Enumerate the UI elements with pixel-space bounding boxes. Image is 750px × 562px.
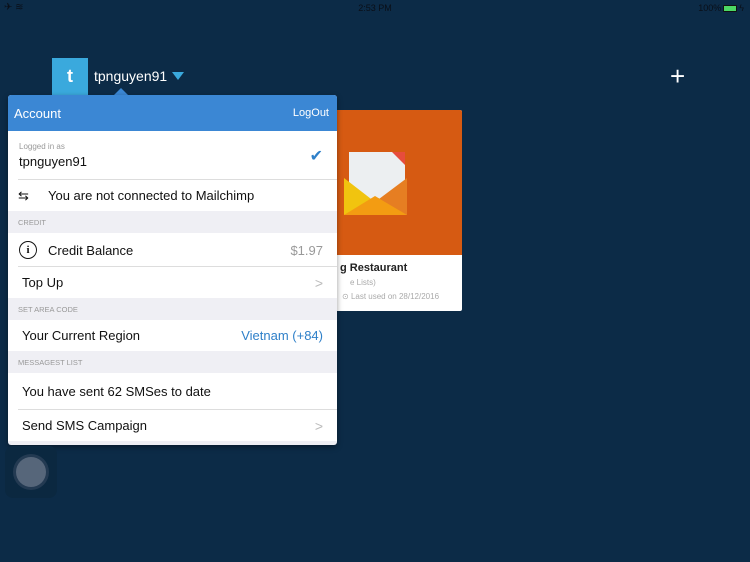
envelope-icon (330, 110, 462, 255)
region-label: Your Current Region (22, 328, 141, 343)
status-bar: ✈ ︎≋ 2:53 PM 100% ϟ (0, 0, 750, 15)
avatar[interactable]: t (52, 58, 88, 95)
logged-in-row[interactable]: Logged in as tpnguyen91 ✔ (8, 131, 337, 180)
chevron-right-icon: > (314, 417, 323, 434)
info-icon: i (19, 241, 37, 259)
credit-balance-row[interactable]: i Credit Balance $1.97 (8, 233, 337, 267)
account-popover: Account LogOut Logged in as tpnguyen91 ✔… (8, 95, 337, 445)
sent-count: You have sent 62 SMSes to date (22, 384, 211, 399)
battery-percent: 100% (698, 3, 722, 13)
popover-title: Account (14, 105, 61, 121)
clock-icon: ⊙ (342, 292, 351, 301)
logout-button[interactable]: LogOut (293, 107, 329, 119)
mailchimp-status: You are not connected to Mailchimp (48, 188, 255, 203)
username: tpnguyen91 (94, 68, 168, 84)
send-campaign-row[interactable]: Send SMS Campaign > (8, 410, 337, 441)
credit-balance-label: Credit Balance (48, 242, 134, 258)
region-value[interactable]: Vietnam (+84) (241, 328, 323, 343)
card-subtitle: e Lists) (350, 278, 376, 287)
section-credit: CREDIT (18, 218, 46, 227)
top-up-label: Top Up (22, 275, 64, 290)
logged-in-label: Logged in as (19, 142, 65, 151)
chevron-right-icon: > (314, 274, 323, 291)
card-last-used: ⊙ Last used on 28/12/2016 (342, 292, 440, 301)
logged-in-user: tpnguyen91 (19, 154, 87, 169)
campaign-card[interactable]: g Restaurant e Lists) ⊙ Last used on 28/… (330, 110, 462, 311)
battery-icon (723, 4, 738, 12)
mailchimp-row[interactable]: ⇆ You are not connected to Mailchimp (8, 180, 337, 211)
sent-count-row: You have sent 62 SMSes to date (8, 373, 337, 410)
popover-header: Account LogOut (8, 95, 337, 131)
top-up-row[interactable]: Top Up > (8, 267, 337, 298)
add-button[interactable]: + (670, 62, 685, 90)
caret-down-icon (172, 72, 185, 80)
status-time: 2:53 PM (358, 3, 392, 13)
section-area-code: SET AREA CODE (18, 305, 78, 314)
send-campaign-label: Send SMS Campaign (22, 418, 148, 433)
swap-arrows-icon: ⇆ (18, 187, 29, 203)
assistive-touch-icon (16, 457, 46, 487)
credit-balance-value: $1.97 (290, 242, 323, 258)
assistive-touch-button[interactable] (5, 446, 57, 498)
account-switcher[interactable]: tpnguyen91 (94, 68, 185, 84)
card-title: g Restaurant (340, 262, 408, 274)
charging-icon: ϟ (739, 3, 744, 13)
section-messages: MESSAGEST LIST (18, 358, 83, 367)
checkmark-icon: ✔ (309, 147, 323, 165)
region-row[interactable]: Your Current Region Vietnam (+84) (8, 320, 337, 351)
